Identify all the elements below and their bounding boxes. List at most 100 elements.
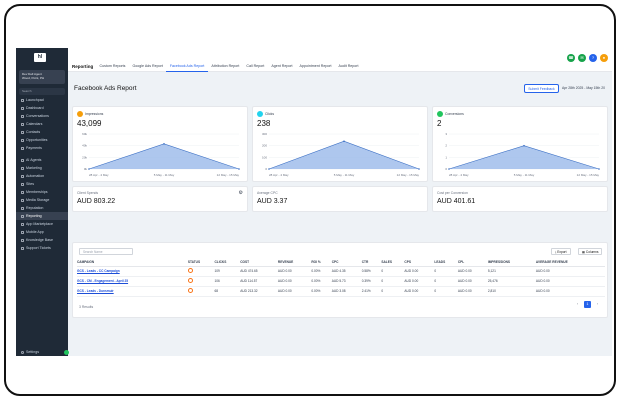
sidebar-item-reputation[interactable]: Reputation [16,204,68,212]
sidebar-item-media-storage[interactable]: Media Storage [16,196,68,204]
data-point[interactable] [163,143,165,145]
summary-label: Cost per Conversion [437,191,468,195]
sidebar-item-mobile-app[interactable]: Mobile App [16,228,68,236]
sidebar-item-ai-agents[interactable]: AI Agents [16,156,68,164]
column-header[interactable]: AVERAGE REVENUE [536,259,605,266]
contacts-icon [21,131,24,134]
table-cell: AUD 0.00 [278,276,311,286]
sidebar-item-sites[interactable]: Sites [16,180,68,188]
campaign-link[interactable]: GCS - Leads - CC Campaign [77,266,188,276]
data-point[interactable] [268,168,270,170]
sidebar-item-memberships[interactable]: Memberships [16,188,68,196]
column-header[interactable]: CLICKS [214,259,240,266]
tab-agent-report[interactable]: Agent Report [268,64,296,72]
sidebar-item-label: Calendars [26,120,42,128]
sidebar-search[interactable]: Search [19,88,65,95]
sidebar-item-conversations[interactable]: Conversations [16,112,68,120]
data-point[interactable] [238,168,240,170]
column-header[interactable]: CPS [404,259,434,266]
sidebar-item-settings[interactable]: Settings [21,350,39,354]
tab-google-ads-report[interactable]: Google Ads Report [129,64,166,72]
tab-audit-report[interactable]: Audit Report [335,64,362,72]
area-chart-impressions: 60k40k20k0k28 Apr - 4 May5 May - 11 May1… [77,131,245,177]
column-header[interactable]: IMPRESSIONS [488,259,536,266]
tab-appointment-report[interactable]: Appointment Report [296,64,335,72]
column-header[interactable]: CPC [332,259,362,266]
column-header[interactable]: SALES [381,259,404,266]
sidebar-item-payments[interactable]: Payments [16,144,68,152]
tab-attribution-report[interactable]: Attribution Report [208,64,243,72]
tab-custom-reports[interactable]: Custom Reports [96,64,129,72]
table-cell: AUD 0.00 [458,266,488,276]
sidebar-item-dashboard[interactable]: Dashboard [16,104,68,112]
campaign-link[interactable]: GCS - CM - Engagement - April 25 [77,276,188,286]
star-icon [21,207,24,210]
chart-icon [21,215,24,218]
column-header[interactable]: REVENUE [278,259,311,266]
sidebar-item-label: Reporting [26,212,42,220]
y-tick-label: 200 [262,144,267,148]
table-cell: 0 [434,266,457,276]
campaign-search-input[interactable]: Search Name [79,248,133,255]
column-header[interactable]: ROI % [311,259,331,266]
sidebar-item-app-marketplace[interactable]: App Marketplace [16,220,68,228]
sidebar-item-opportunities[interactable]: Opportunities [16,136,68,144]
mobile-icon [21,231,24,234]
marketing-icon [21,167,24,170]
data-point[interactable] [448,168,450,170]
table-cell: AUD 0.00 [404,286,434,296]
account-switcher[interactable]: Dev Dell Agent Wood, Point, PH [19,70,65,84]
sidebar-item-calendars[interactable]: Calendars [16,120,68,128]
metric-label: Impressions [77,111,103,117]
column-header[interactable]: COST [240,259,278,266]
submit-feedback-button[interactable]: Submit Feedback [524,84,559,93]
tab-call-report[interactable]: Call Report [243,64,268,72]
rocket-icon [21,99,24,102]
next-page-button[interactable]: › [594,301,601,308]
account-sub: Wood, Point, PH [22,76,62,80]
chat-icon[interactable]: ✉ [578,54,586,62]
sidebar-item-marketing[interactable]: Marketing [16,164,68,172]
metric-value: 238 [257,119,270,128]
sidebar-item-automation[interactable]: Automation [16,172,68,180]
column-header[interactable]: LEADS [434,259,457,266]
data-point[interactable] [343,140,345,142]
x-tick-label: 12 May - 15 May [397,173,420,177]
prev-page-button[interactable]: ‹ [574,301,581,308]
data-point[interactable] [418,168,420,170]
y-tick-label: 0k [84,167,88,171]
phone-icon[interactable]: ☎ [567,54,575,62]
column-header[interactable]: CTR [362,259,382,266]
column-header[interactable]: CPL [458,259,488,266]
sidebar-item-contacts[interactable]: Contacts [16,128,68,136]
avatar[interactable]: ● [600,54,608,62]
sidebar-item-support-tickets[interactable]: Support Tickets [16,244,68,252]
column-header[interactable]: CAMPAIGN [77,259,188,266]
data-point[interactable] [88,168,90,170]
table-cell: 0.00% [311,266,331,276]
sidebar-item-knowledge-base[interactable]: Knowledge Base [16,236,68,244]
summary-label: Average CPC [257,191,278,195]
page-button[interactable]: 1 [584,301,591,308]
pagination: ‹ 1 › [574,301,601,308]
export-label: Export [557,250,566,254]
column-header[interactable]: STATUS [188,259,215,266]
data-point[interactable] [598,168,600,170]
app-logo: hl [34,53,46,62]
metric-label-text: Impressions [85,112,103,116]
settings-gear-icon[interactable]: ⚙ [239,190,243,196]
tab-facebook-ads-report[interactable]: Facebook Ads Report [166,64,208,72]
sidebar-item-reporting[interactable]: Reporting [16,212,68,220]
x-tick-label: 12 May - 15 May [577,173,600,177]
table-row: GCS - Leads - CC Campaign109AUD 474.65AU… [77,266,605,276]
campaign-link[interactable]: GCS - Leads - Dunsmuir [77,286,188,296]
x-tick-label: 5 May - 11 May [514,173,535,177]
columns-button[interactable]: ▦ Columns [578,248,602,255]
app-window: hl Dev Dell Agent Wood, Point, PH Search… [16,48,612,356]
sidebar-item-launchpad[interactable]: Launchpad [16,96,68,104]
export-button[interactable]: ⤓ Export [551,248,571,255]
help-icon[interactable]: ? [589,54,597,62]
data-point[interactable] [523,145,525,147]
page-title: Reporting [72,64,93,69]
date-range-picker[interactable]: Apr 28th 2025 - May 15th 20 [562,86,605,90]
